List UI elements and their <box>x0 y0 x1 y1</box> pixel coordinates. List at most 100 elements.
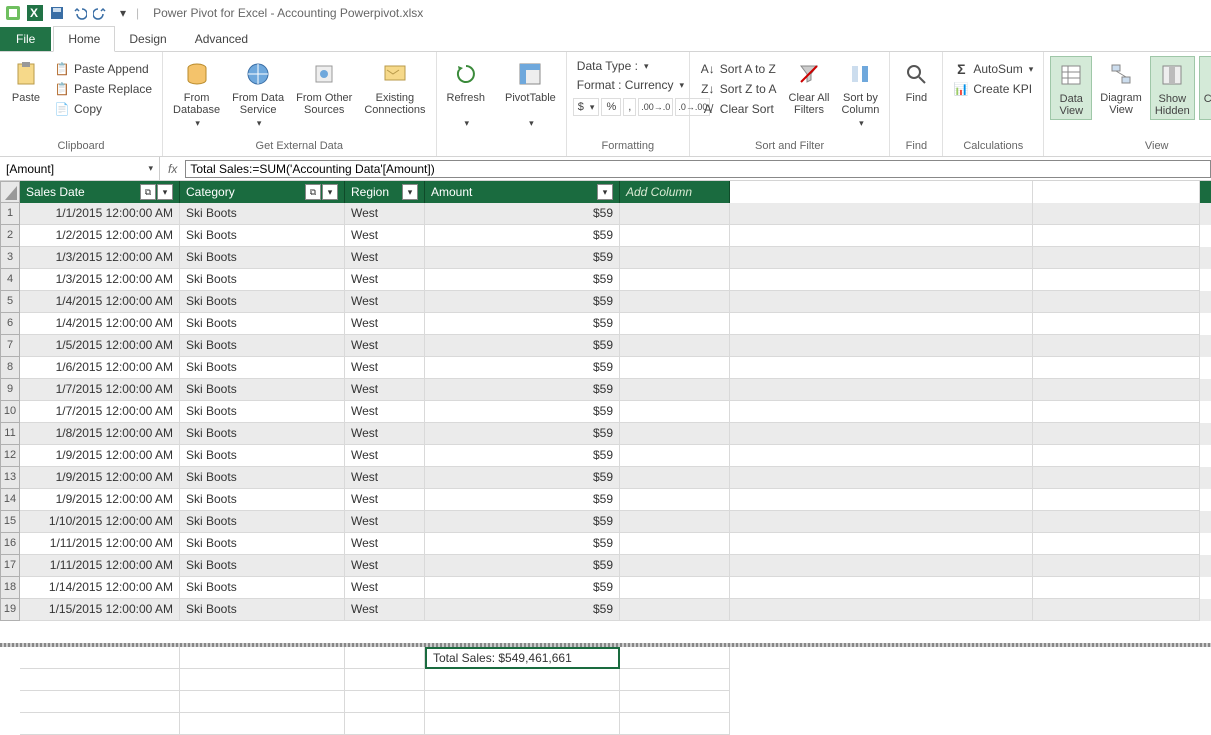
cell-empty[interactable] <box>620 225 730 247</box>
cell-empty[interactable] <box>620 555 730 577</box>
row-number[interactable]: 1 <box>0 203 20 225</box>
cell-sales-date[interactable]: 1/11/2015 12:00:00 AM <box>20 533 180 555</box>
cell-empty[interactable] <box>730 489 1033 511</box>
cell-sales-date[interactable]: 1/5/2015 12:00:00 AM <box>20 335 180 357</box>
data-type-dropdown[interactable]: Data Type :▾ <box>573 58 683 74</box>
cell-sales-date[interactable]: 1/11/2015 12:00:00 AM <box>20 555 180 577</box>
row-number[interactable]: 12 <box>0 445 20 467</box>
cell-sales-date[interactable]: 1/7/2015 12:00:00 AM <box>20 401 180 423</box>
cell-empty[interactable] <box>730 335 1033 357</box>
cell-amount[interactable]: $59 <box>425 555 620 577</box>
row-number[interactable]: 13 <box>0 467 20 489</box>
autosum-button[interactable]: ΣAutoSum▾ <box>949 60 1037 78</box>
cell-region[interactable]: West <box>345 533 425 555</box>
calc-row[interactable] <box>0 669 1211 691</box>
cell-empty[interactable] <box>1033 379 1200 401</box>
cell-empty[interactable] <box>620 489 730 511</box>
row-number[interactable]: 17 <box>0 555 20 577</box>
cell-empty[interactable] <box>730 511 1033 533</box>
row-number[interactable]: 4 <box>0 269 20 291</box>
from-data-service-button[interactable]: From Data Service▾ <box>228 56 288 131</box>
calc-cell[interactable] <box>620 669 730 691</box>
filter-dropdown-icon[interactable]: ▾ <box>402 184 418 200</box>
cell-region[interactable]: West <box>345 599 425 621</box>
cell-region[interactable]: West <box>345 577 425 599</box>
calc-cell[interactable] <box>180 691 345 713</box>
cell-sales-date[interactable]: 1/10/2015 12:00:00 AM <box>20 511 180 533</box>
cell-category[interactable]: Ski Boots <box>180 489 345 511</box>
cell-category[interactable]: Ski Boots <box>180 467 345 489</box>
cell-empty[interactable] <box>620 599 730 621</box>
row-number[interactable]: 2 <box>0 225 20 247</box>
cell-category[interactable]: Ski Boots <box>180 555 345 577</box>
sort-az-button[interactable]: A↓Sort A to Z <box>696 60 781 78</box>
cell-amount[interactable]: $59 <box>425 401 620 423</box>
cell-empty[interactable] <box>730 291 1033 313</box>
qat-more-icon[interactable]: ▾ <box>114 4 132 22</box>
increase-decimal-button[interactable]: .00→.0 <box>638 98 673 116</box>
cell-sales-date[interactable]: 1/9/2015 12:00:00 AM <box>20 445 180 467</box>
cell-amount[interactable]: $59 <box>425 533 620 555</box>
diagram-view-button[interactable]: Diagram View <box>1096 56 1146 118</box>
cell-sales-date[interactable]: 1/7/2015 12:00:00 AM <box>20 379 180 401</box>
cell-empty[interactable] <box>620 379 730 401</box>
calc-row[interactable] <box>0 691 1211 713</box>
cell-region[interactable]: West <box>345 269 425 291</box>
cell-empty[interactable] <box>1033 467 1200 489</box>
cell-region[interactable]: West <box>345 379 425 401</box>
cell-empty[interactable] <box>1033 423 1200 445</box>
cell-empty[interactable] <box>730 225 1033 247</box>
currency-button[interactable]: $▾ <box>573 98 600 116</box>
cell-region[interactable]: West <box>345 511 425 533</box>
cell-empty[interactable] <box>1033 599 1200 621</box>
cell-empty[interactable] <box>1033 335 1200 357</box>
clear-all-filters-button[interactable]: Clear All Filters <box>785 56 834 118</box>
cell-sales-date[interactable]: 1/3/2015 12:00:00 AM <box>20 269 180 291</box>
table-row[interactable]: 61/4/2015 12:00:00 AMSki BootsWest$59 <box>0 313 1211 335</box>
table-row[interactable]: 51/4/2015 12:00:00 AMSki BootsWest$59 <box>0 291 1211 313</box>
cell-category[interactable]: Ski Boots <box>180 357 345 379</box>
cell-category[interactable]: Ski Boots <box>180 269 345 291</box>
cell-empty[interactable] <box>730 269 1033 291</box>
calc-cell[interactable] <box>620 713 730 735</box>
table-row[interactable]: 171/11/2015 12:00:00 AMSki BootsWest$59 <box>0 555 1211 577</box>
row-number[interactable]: 11 <box>0 423 20 445</box>
cell-amount[interactable]: $59 <box>425 467 620 489</box>
cell-empty[interactable] <box>730 467 1033 489</box>
cell-empty[interactable] <box>1033 445 1200 467</box>
paste-replace-button[interactable]: 📋Paste Replace <box>50 80 156 98</box>
cell-region[interactable]: West <box>345 445 425 467</box>
select-all-corner[interactable] <box>0 181 20 203</box>
cell-region[interactable]: West <box>345 467 425 489</box>
cell-region[interactable]: West <box>345 423 425 445</box>
row-number[interactable]: 6 <box>0 313 20 335</box>
redo-icon[interactable] <box>92 4 110 22</box>
comma-button[interactable]: , <box>623 98 636 116</box>
cell-empty[interactable] <box>620 577 730 599</box>
cell-empty[interactable] <box>1033 357 1200 379</box>
clear-sort-button[interactable]: A̸Clear Sort <box>696 100 781 118</box>
cell-category[interactable]: Ski Boots <box>180 335 345 357</box>
table-row[interactable]: 181/14/2015 12:00:00 AMSki BootsWest$59 <box>0 577 1211 599</box>
cell-empty[interactable] <box>1033 511 1200 533</box>
cell-region[interactable]: West <box>345 203 425 225</box>
table-row[interactable]: 121/9/2015 12:00:00 AMSki BootsWest$59 <box>0 445 1211 467</box>
cell-sales-date[interactable]: 1/15/2015 12:00:00 AM <box>20 599 180 621</box>
calc-cell[interactable] <box>425 669 620 691</box>
calc-cell[interactable] <box>20 691 180 713</box>
cell-empty[interactable] <box>730 445 1033 467</box>
create-kpi-button[interactable]: 📊Create KPI <box>949 80 1037 98</box>
row-number[interactable]: 14 <box>0 489 20 511</box>
sort-za-button[interactable]: Z↓Sort Z to A <box>696 80 781 98</box>
row-number[interactable]: 3 <box>0 247 20 269</box>
cell-region[interactable]: West <box>345 225 425 247</box>
name-box-input[interactable] <box>6 162 146 176</box>
cell-empty[interactable] <box>730 555 1033 577</box>
calc-cell[interactable] <box>20 713 180 735</box>
row-number[interactable]: 19 <box>0 599 20 621</box>
formula-input[interactable] <box>185 160 1211 178</box>
cell-sales-date[interactable]: 1/9/2015 12:00:00 AM <box>20 467 180 489</box>
cell-empty[interactable] <box>1033 489 1200 511</box>
cell-empty[interactable] <box>730 599 1033 621</box>
col-header-add-column[interactable]: Add Column <box>620 181 730 203</box>
